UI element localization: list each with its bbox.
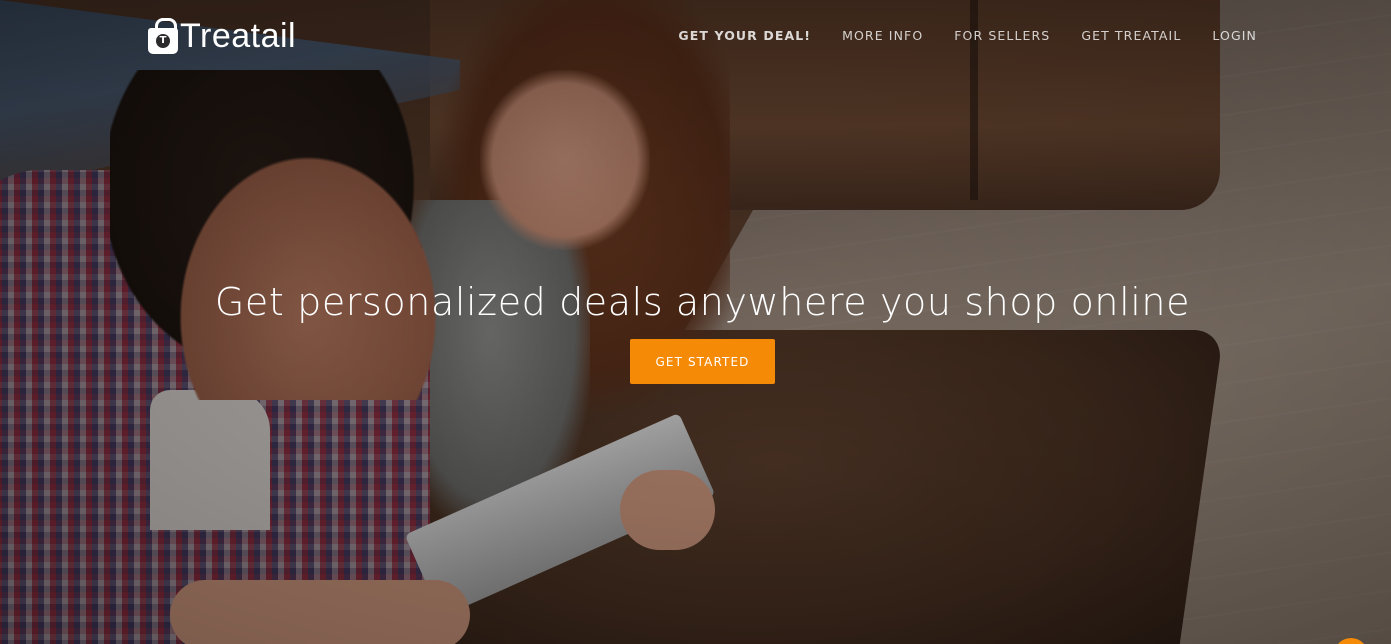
nav-link-for-sellers[interactable]: FOR SELLERS <box>954 28 1050 44</box>
nav-link-login[interactable]: LOGIN <box>1212 28 1257 44</box>
nav-item: MORE INFO <box>842 28 923 44</box>
nav-item: GET TREATAIL <box>1081 28 1181 44</box>
nav-link-get-your-deal[interactable]: GET YOUR DEAL! <box>678 28 811 44</box>
brand-name: Treatail <box>180 17 297 55</box>
nav-item: LOGIN <box>1212 28 1257 44</box>
nav-link-get-treatail[interactable]: GET TREATAIL <box>1081 28 1181 44</box>
brand-logo[interactable]: T Treatail <box>148 14 296 58</box>
logo-badge: T <box>156 34 170 48</box>
nav-item: GET YOUR DEAL! <box>678 28 811 44</box>
get-started-button[interactable]: GET STARTED <box>630 339 775 384</box>
hero-headline: Get personalized deals anywhere you shop… <box>214 280 1191 324</box>
nav-item: FOR SELLERS <box>954 28 1050 44</box>
main-nav: GET YOUR DEAL! MORE INFO FOR SELLERS GET… <box>678 28 1257 44</box>
shopping-bag-icon: T <box>148 18 178 54</box>
nav-link-more-info[interactable]: MORE INFO <box>842 28 923 44</box>
